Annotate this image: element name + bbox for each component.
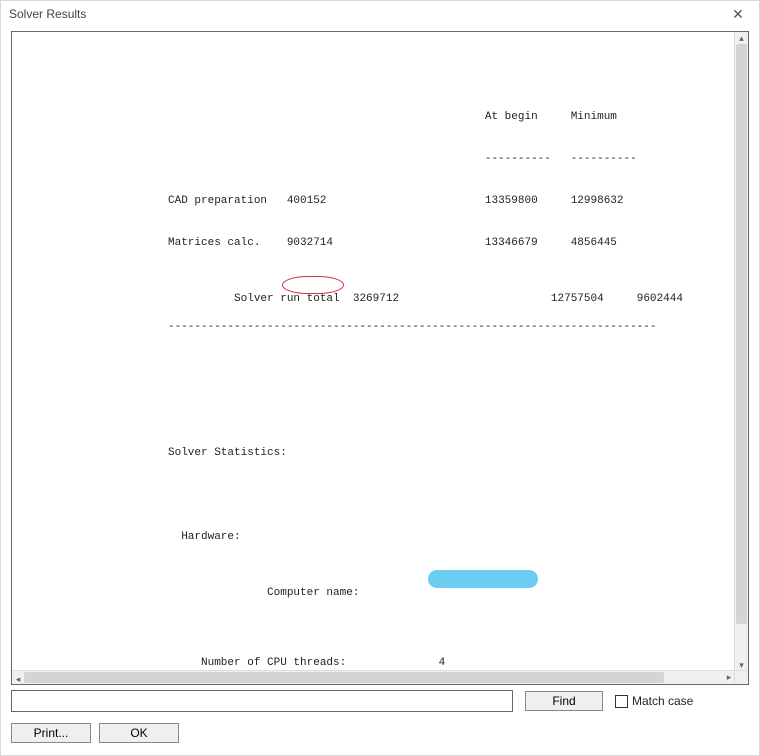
row-cad-label: CAD preparation — [168, 195, 287, 207]
col-minimum: Minimum — [571, 111, 617, 123]
row-srt-atb: 12757504 — [551, 293, 604, 305]
col-at-begin: At begin — [485, 111, 538, 123]
scroll-up-arrow-icon[interactable]: ▴ — [735, 32, 748, 44]
row-mat-label: Matrices calc. — [168, 237, 287, 249]
find-button[interactable]: Find — [525, 691, 603, 711]
section-solverstats: Solver Statistics: — [168, 447, 287, 459]
ok-button[interactable]: OK — [99, 723, 179, 743]
row-cad-v1: 400152 — [287, 195, 333, 207]
controls-bar: Find Match case Print... OK — [11, 689, 749, 747]
bottom-row: Print... OK — [11, 723, 749, 743]
row-srt-label: Solver run total — [234, 293, 353, 305]
horizontal-scroll-thumb[interactable] — [24, 672, 664, 683]
vertical-scroll-thumb[interactable] — [736, 44, 747, 624]
close-icon[interactable]: ✕ — [725, 1, 751, 27]
titlebar: Solver Results ✕ — [1, 1, 759, 27]
row-mat-v1: 9032714 — [287, 237, 333, 249]
search-input[interactable] — [11, 690, 513, 712]
match-case-checkbox[interactable] — [615, 695, 628, 708]
log-viewport[interactable]: At begin Minimum ---------- ---------- C… — [12, 32, 735, 671]
row-srt-min: 9602444 — [637, 293, 683, 305]
match-case-label: Match case — [632, 694, 693, 708]
window-frame: Solver Results ✕ At begin Minimum ------… — [0, 0, 760, 756]
row-mat-atb: 13346679 — [485, 237, 538, 249]
row-srt-v1: 3269712 — [353, 293, 399, 305]
row-cad-min: 12998632 — [571, 195, 624, 207]
match-case-wrap[interactable]: Match case — [615, 694, 693, 708]
log-text: At begin Minimum ---------- ---------- C… — [20, 40, 729, 671]
search-row: Find Match case — [11, 689, 749, 713]
row-cad-atb: 13359800 — [485, 195, 538, 207]
scrollbar-corner — [734, 670, 748, 684]
horizontal-scrollbar[interactable]: ◂▸ — [12, 670, 735, 684]
hw-compname-label: Computer name: — [234, 587, 359, 599]
log-panel: At begin Minimum ---------- ---------- C… — [11, 31, 749, 685]
subdash-2: ---------- — [571, 153, 637, 165]
print-button[interactable]: Print... — [11, 723, 91, 743]
subdash-1: ---------- — [485, 153, 551, 165]
vertical-scrollbar[interactable]: ▴ ▾ — [734, 32, 748, 671]
row-mat-min: 4856445 — [571, 237, 617, 249]
scroll-left-arrow-icon[interactable]: ◂ — [12, 673, 24, 685]
hw-threads-val: 4 — [439, 657, 446, 669]
hw-header: Hardware: — [168, 531, 241, 543]
hw-threads-label: Number of CPU threads: — [168, 657, 346, 669]
window-title: Solver Results — [9, 7, 86, 21]
dash-long-1: ----------------------------------------… — [168, 321, 656, 333]
